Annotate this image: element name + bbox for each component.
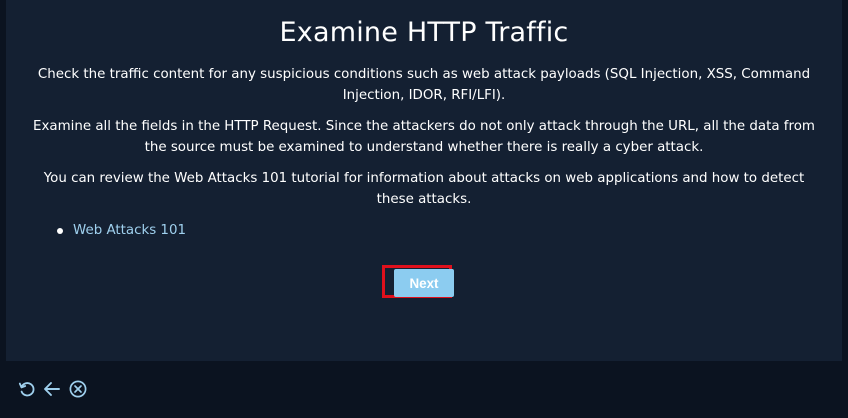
resource-link-list: Web Attacks 101 (56, 220, 186, 241)
next-button[interactable]: Next (394, 269, 454, 297)
instruction-paragraph-2: Examine all the fields in the HTTP Reque… (33, 119, 815, 155)
instruction-paragraph-3: You can review the Web Attacks 101 tutor… (43, 171, 805, 207)
close-circle-icon[interactable] (68, 379, 88, 399)
list-item: Web Attacks 101 (56, 220, 186, 241)
back-arrow-icon[interactable] (42, 379, 62, 399)
restart-icon[interactable] (17, 379, 37, 399)
web-attacks-101-link[interactable]: Web Attacks 101 (73, 223, 186, 238)
app-frame: Examine HTTP Traffic Check the traffic c… (0, 0, 848, 418)
dialog-title: Examine HTTP Traffic (279, 17, 569, 48)
instruction-paragraph-1: Check the traffic content for any suspic… (37, 67, 811, 103)
bottom-toolbar (0, 361, 848, 418)
bullet-icon (57, 228, 63, 234)
dialog-panel: Examine HTTP Traffic Check the traffic c… (6, 0, 842, 361)
